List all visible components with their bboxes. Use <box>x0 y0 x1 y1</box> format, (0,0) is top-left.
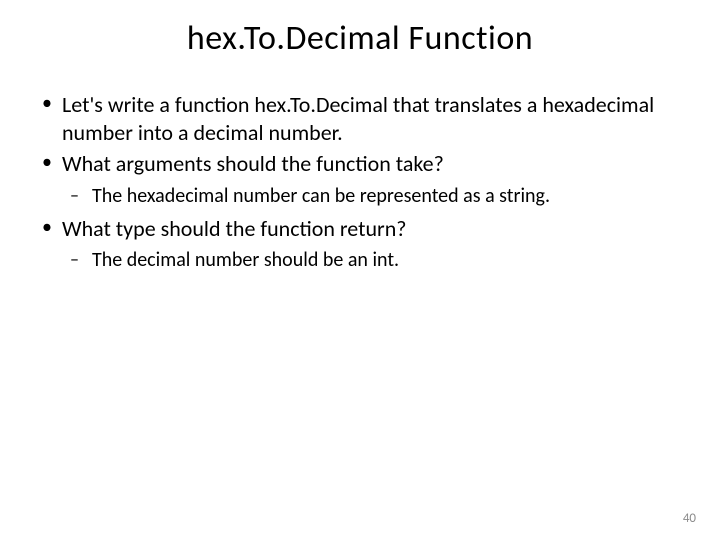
sub-bullet-text: The decimal number should be an int. <box>92 248 399 272</box>
sub-bullet-list: The decimal number should be an int. <box>62 248 684 273</box>
sub-bullet-text: The hexadecimal number can be represente… <box>92 184 550 208</box>
slide-content: Let's write a function hex.To.Decimal th… <box>36 91 684 273</box>
bullet-item: What arguments should the function take?… <box>36 150 684 209</box>
bullet-item: What type should the function return? Th… <box>36 215 684 274</box>
sub-bullet-list: The hexadecimal number can be represente… <box>62 184 684 209</box>
bullet-text: What type should the function return? <box>62 215 406 242</box>
page-number: 40 <box>683 511 696 526</box>
sub-bullet-item: The hexadecimal number can be represente… <box>62 184 684 209</box>
bullet-list: Let's write a function hex.To.Decimal th… <box>36 91 684 273</box>
bullet-item: Let's write a function hex.To.Decimal th… <box>36 91 684 146</box>
bullet-text: What arguments should the function take? <box>62 150 444 177</box>
slide-container: hex.To.Decimal Function Let's write a fu… <box>0 0 720 540</box>
bullet-text: Let's write a function hex.To.Decimal th… <box>62 91 654 146</box>
slide-title: hex.To.Decimal Function <box>36 18 684 59</box>
sub-bullet-item: The decimal number should be an int. <box>62 248 684 273</box>
